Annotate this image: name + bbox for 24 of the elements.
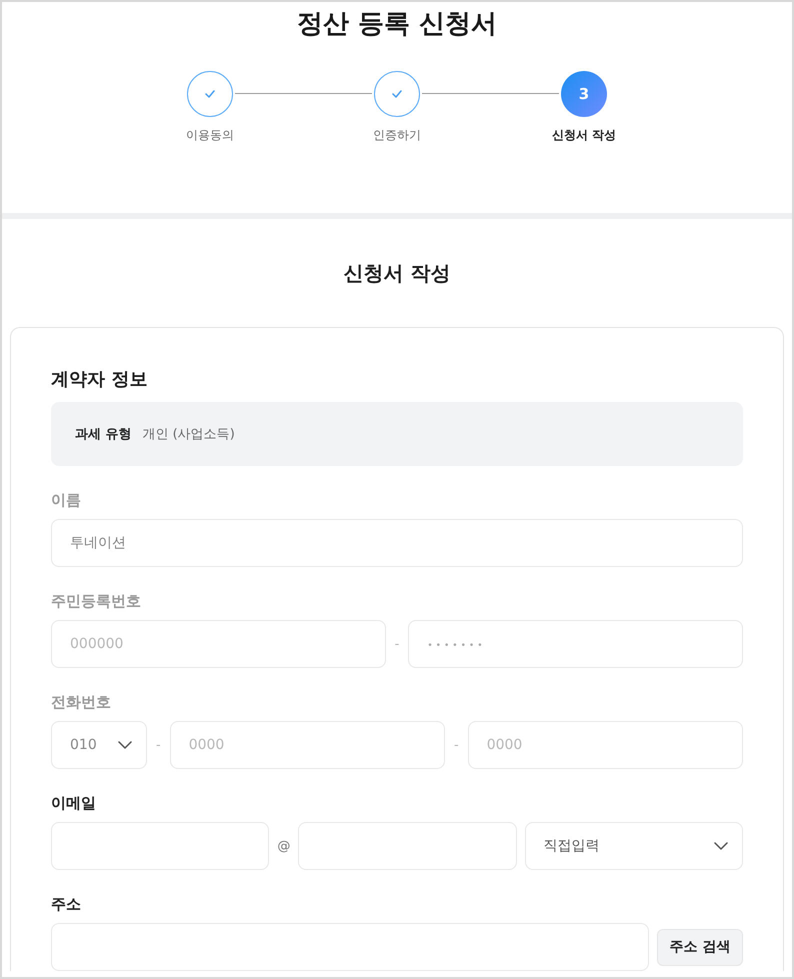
chevron-down-icon — [118, 741, 132, 749]
separator-text: @ — [277, 838, 290, 854]
tax-type-value: 개인 (사업소득) — [142, 426, 235, 443]
separator-text: - — [156, 738, 161, 752]
field-label: 이메일 — [51, 793, 97, 814]
chevron-down-icon — [714, 842, 728, 850]
section-heading: 계약자 정보 — [51, 368, 148, 392]
step-label: 인증하기 — [373, 128, 421, 142]
check-icon — [392, 90, 402, 98]
separator-text: - — [394, 636, 400, 652]
tax-type-label: 과세 유형 — [75, 426, 132, 443]
page-title: 정산 등록 신청서 — [296, 8, 498, 41]
step-indicator: 3 — [561, 71, 607, 117]
step-label: 이용동의 — [186, 128, 234, 142]
step-label: 신청서 작성 — [552, 128, 616, 142]
separator-text: - — [454, 738, 459, 752]
field-label: 주민등록번호 — [51, 591, 142, 612]
field-label: 이름 — [51, 490, 82, 511]
dropdown[interactable]: 직접입력 — [524, 822, 743, 870]
check-icon — [205, 90, 215, 98]
field-label: 전화번호 — [51, 692, 112, 713]
address-search-button[interactable]: 주소 검색 — [657, 928, 743, 966]
field-label: 주소 — [51, 894, 82, 915]
section-title: 신청서 작성 — [342, 260, 452, 287]
